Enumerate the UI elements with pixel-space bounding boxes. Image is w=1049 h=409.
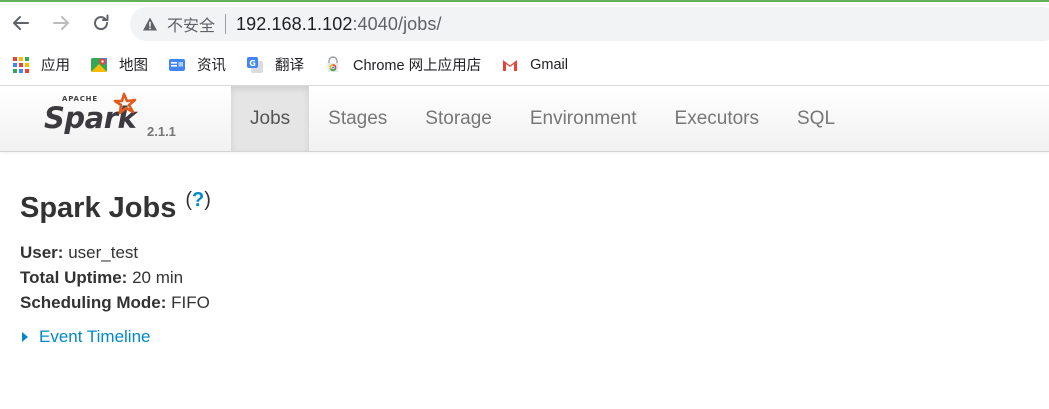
detail-scheduling-mode: Scheduling Mode: FIFO [20,290,1049,315]
address-bar[interactable]: 不安全 192.168.1.102:4040/jobs/ [130,7,1049,41]
warning-icon[interactable] [142,16,158,32]
job-summary: User: user_test Total Uptime: 20 min Sch… [20,240,1049,315]
spark-navbar: APACHE Spark 2.1.1 Jobs Stages Storage E… [0,86,1049,152]
gmail-icon [501,56,519,74]
back-arrow-icon [13,16,29,30]
translate-icon: G [246,56,264,74]
expand-triangle-icon[interactable] [22,332,28,342]
bookmark-maps[interactable]: 地图 [90,54,148,75]
security-status[interactable]: 不安全 [167,12,215,36]
forward-button[interactable] [48,10,74,36]
url-text[interactable]: 192.168.1.102:4040/jobs/ [236,14,442,35]
reload-button[interactable] [88,10,114,36]
bookmark-label: 地图 [119,58,148,74]
help-question-icon[interactable]: ? [192,189,204,211]
bookmark-label: 应用 [41,58,70,74]
news-icon [168,56,186,74]
tab-environment[interactable]: Environment [511,86,656,151]
tab-jobs[interactable]: Jobs [231,86,310,151]
bookmark-label: 资讯 [197,58,226,74]
url-path: :4040/jobs/ [352,13,442,34]
back-button[interactable] [8,10,34,36]
event-timeline-label[interactable]: Event Timeline [39,327,151,347]
page-title: Spark Jobs [20,192,177,224]
browser-toolbar: 不安全 192.168.1.102:4040/jobs/ [0,2,1049,44]
bookmark-label: Gmail [530,56,568,73]
omnibox-separator [225,14,227,34]
detail-value: 20 min [132,268,184,287]
tab-sql[interactable]: SQL [778,86,854,151]
bookmark-label: Chrome 网上应用店 [353,58,482,74]
page-content: Spark Jobs (?) User: user_test Total Upt… [0,152,1049,347]
bookmark-gmail[interactable]: Gmail [501,56,568,74]
bookmark-translate[interactable]: G 翻译 [246,54,304,75]
detail-total-uptime: Total Uptime: 20 min [20,265,1049,290]
apps-grid-icon [12,56,30,74]
bookmark-news[interactable]: 资讯 [168,54,226,75]
svg-text:G: G [249,59,256,68]
spark-logo-text: Spark [44,101,139,135]
detail-label: Total Uptime: [20,268,128,287]
help-paren-close: ) [204,189,211,211]
bookmarks-bar: 应用 地图 资讯 G 翻译 Chrome 网上应用店 Gmail [0,44,1049,86]
page-title-row: Spark Jobs (?) [20,152,1049,228]
spark-tabs: Jobs Stages Storage Environment Executor… [231,86,854,151]
reload-icon [94,14,109,31]
spark-logo: APACHE Spark [44,92,139,135]
spark-version: 2.1.1 [147,124,176,139]
tab-executors[interactable]: Executors [656,86,778,151]
forward-arrow-icon [53,16,69,30]
help-link[interactable]: (?) [185,180,211,220]
detail-value: FIFO [171,293,210,312]
bookmark-chrome-webstore[interactable]: Chrome 网上应用店 [324,54,481,75]
event-timeline-toggle[interactable]: Event Timeline [20,327,1049,347]
spark-brand[interactable]: APACHE Spark 2.1.1 [0,86,231,151]
detail-label: Scheduling Mode: [20,293,167,312]
bookmark-label: 翻译 [275,58,304,74]
detail-label: User: [20,243,64,262]
maps-icon [90,56,108,74]
url-host: 192.168.1.102 [236,13,353,34]
tab-stages[interactable]: Stages [309,86,406,151]
bookmark-apps[interactable]: 应用 [12,54,70,75]
detail-user: User: user_test [20,240,1049,265]
tab-storage[interactable]: Storage [406,86,511,151]
chrome-webstore-icon [324,55,342,74]
detail-value: user_test [68,243,139,262]
help-paren-open: ( [185,189,193,211]
